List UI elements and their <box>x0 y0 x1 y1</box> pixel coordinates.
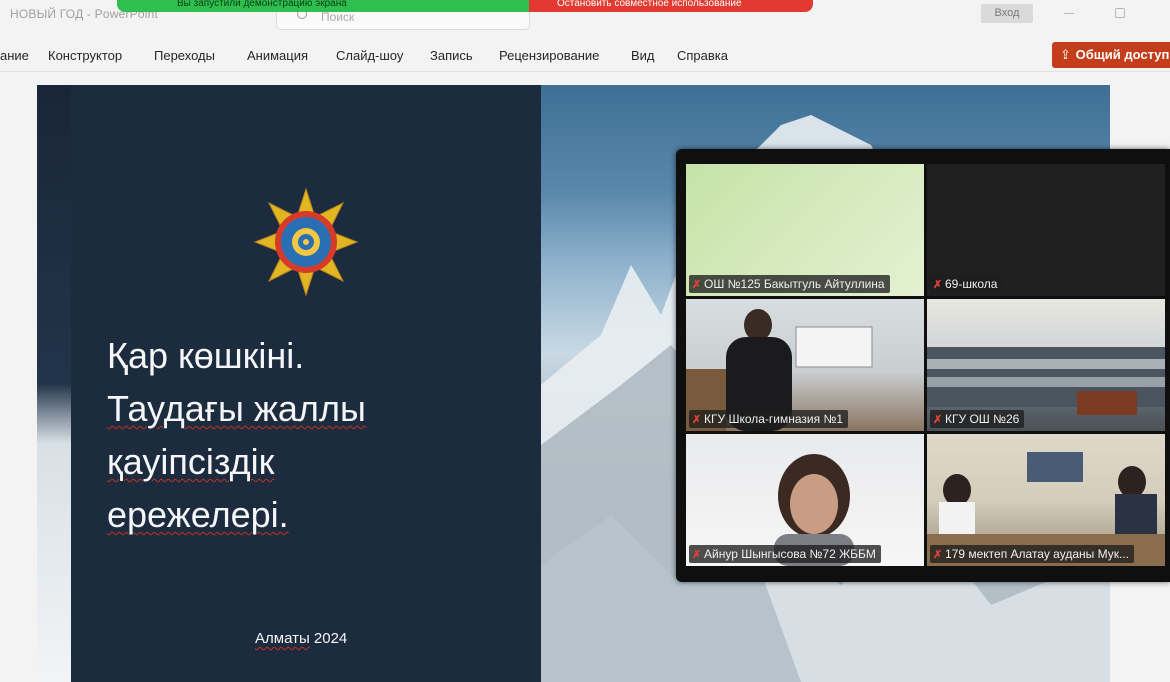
search-placeholder: Поиск <box>321 10 355 24</box>
muted-mic-icon: ✗ <box>933 279 943 291</box>
share-button[interactable]: ⇪ Общий доступ <box>1052 42 1170 68</box>
video-tile[interactable]: ✗ КГУ ОШ №26 <box>927 299 1165 431</box>
slide-title-line-1: Қар көшкіні. <box>107 335 305 376</box>
stop-sharing-button[interactable]: Остановить совместное использование <box>529 0 813 12</box>
slide-year: 2024 <box>313 630 348 647</box>
slide-title-panel: Қар көшкіні. Таудағы жаллы қауіпсіздік е… <box>71 85 541 682</box>
slide-city: Алматы <box>255 630 310 647</box>
ribbon-tabs: ание Конструктор Переходы Анимация Слайд… <box>0 38 1170 72</box>
tab-slideshow[interactable]: Слайд-шоу <box>336 48 403 63</box>
muted-mic-icon: ✗ <box>933 414 943 426</box>
tab-record[interactable]: Запись <box>430 48 473 63</box>
participant-label: ✗ КГУ Школа-гимназия №1 <box>689 410 848 428</box>
slide-title-line-4: ережелері. <box>107 494 289 535</box>
slide-footer: Алматы 2024 <box>255 630 347 647</box>
video-tile[interactable]: ✗ Айнур Шынгысова №72 ЖББМ <box>686 434 924 566</box>
tab-view[interactable]: Вид <box>631 48 655 63</box>
tab-help[interactable]: Справка <box>677 48 728 63</box>
tab-design[interactable]: Конструктор <box>48 48 122 63</box>
video-tile[interactable]: ✗ ОШ №125 Бакытгуль Айтуллина <box>686 164 924 296</box>
video-conference-panel: ✗ ОШ №125 Бакытгуль Айтуллина ✗ 69-школа ✗… <box>676 149 1170 582</box>
muted-mic-icon: ✗ <box>933 549 943 561</box>
maximize-icon[interactable] <box>1115 8 1125 18</box>
participant-label: ✗ Айнур Шынгысова №72 ЖББМ <box>689 545 881 563</box>
signin-button[interactable]: Вход <box>981 4 1033 23</box>
share-label: Общий доступ <box>1075 47 1170 62</box>
slide-title-line-2: Таудағы жаллы <box>107 388 366 429</box>
slide-edge-image <box>37 85 71 682</box>
tab-transitions[interactable]: Переходы <box>154 48 215 63</box>
slide-title-line-3: қауіпсіздік <box>107 441 275 482</box>
participant-label: ✗ ОШ №125 Бакытгуль Айтуллина <box>689 275 890 293</box>
muted-mic-icon: ✗ <box>692 414 702 426</box>
emblem-icon <box>253 187 359 297</box>
tab-home[interactable]: ание <box>0 48 29 63</box>
tab-review[interactable]: Рецензирование <box>499 48 599 63</box>
muted-mic-icon: ✗ <box>692 279 702 291</box>
participant-label: ✗ 69-школа <box>930 275 1003 293</box>
video-tile[interactable]: ✗ 179 мектеп Алатау ауданы Мук... <box>927 434 1165 566</box>
title-bar: НОВЫЙ ГОД - PowerPoint Поиск Вы запустил… <box>0 0 1170 30</box>
participant-label: ✗ КГУ ОШ №26 <box>930 410 1025 428</box>
video-tile[interactable]: ✗ 69-школа <box>927 164 1165 296</box>
slide-title: Қар көшкіні. Таудағы жаллы қауіпсіздік е… <box>107 329 467 541</box>
participant-label: ✗ 179 мектеп Алатау ауданы Мук... <box>930 545 1134 563</box>
video-tile[interactable]: ✗ КГУ Школа-гимназия №1 <box>686 299 924 431</box>
minimize-icon[interactable] <box>1064 13 1074 14</box>
screen-share-banner: Вы запустили демонстрацию экрана <box>117 0 529 12</box>
share-icon: ⇪ <box>1060 47 1071 62</box>
muted-mic-icon: ✗ <box>692 549 702 561</box>
tab-animations[interactable]: Анимация <box>247 48 308 63</box>
